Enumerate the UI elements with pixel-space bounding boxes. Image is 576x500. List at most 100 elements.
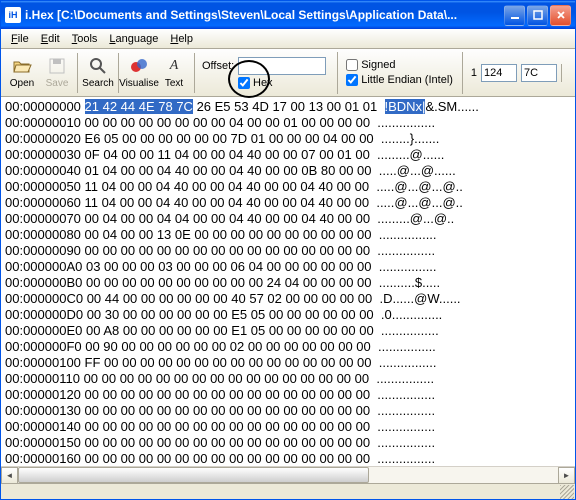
hex-bytes[interactable]: 00 00 00 00 00 00 00 00 00 00 00 00 00 0…	[85, 403, 378, 419]
ascii-cell[interactable]: ................	[379, 259, 437, 275]
value-hex-input[interactable]	[521, 64, 557, 82]
hex-view[interactable]: 00:00000000 21 42 44 4E 78 7C 26 E5 53 4…	[1, 97, 575, 466]
scroll-left-button[interactable]: ◄	[1, 467, 18, 484]
hex-bytes[interactable]: 00 00 00 00 00 00 00 00 00 00 00 00 00 0…	[85, 243, 378, 259]
hex-bytes[interactable]: 00 04 00 00 13 0E 00 00 00 00 00 00 00 0…	[85, 227, 379, 243]
hex-row[interactable]: 00:000000C0 00 44 00 00 00 00 00 00 40 5…	[5, 291, 575, 307]
hex-row[interactable]: 00:00000120 00 00 00 00 00 00 00 00 00 0…	[5, 387, 575, 403]
ascii-cell[interactable]: .D......@W......	[379, 291, 460, 307]
ascii-cell[interactable]: !BDNx|&.SM......	[385, 99, 479, 115]
menu-edit[interactable]: Edit	[35, 31, 66, 47]
hex-row[interactable]: 00:00000030 0F 04 00 00 11 04 00 00 04 4…	[5, 147, 575, 163]
ascii-cell[interactable]: .........@...@..	[377, 211, 454, 227]
ascii-cell[interactable]: ................	[377, 419, 435, 435]
hex-row[interactable]: 00:00000010 00 00 00 00 00 00 00 00 04 0…	[5, 115, 575, 131]
scroll-track[interactable]	[18, 467, 558, 483]
ascii-cell[interactable]: ................	[379, 227, 437, 243]
hex-bytes[interactable]: 00 30 00 00 00 00 00 00 E5 05 00 00 00 0…	[87, 307, 381, 323]
ascii-cell[interactable]: ........}.......	[381, 131, 440, 147]
hex-bytes[interactable]: 00 00 00 00 00 00 00 00 00 00 00 00 00 0…	[85, 451, 378, 466]
hex-row[interactable]: 00:00000150 00 00 00 00 00 00 00 00 00 0…	[5, 435, 575, 451]
visualise-button[interactable]: Visualise	[122, 51, 156, 95]
hex-row[interactable]: 00:00000160 00 00 00 00 00 00 00 00 00 0…	[5, 451, 575, 466]
hex-row[interactable]: 00:00000100 FF 00 00 00 00 00 00 00 00 0…	[5, 355, 575, 371]
hex-bytes[interactable]: 21 42 44 4E 78 7C 26 E5 53 4D 17 00 13 0…	[85, 99, 385, 115]
hex-bytes[interactable]: 00 00 00 00 00 00 00 00 00 00 00 00 00 0…	[85, 435, 378, 451]
ascii-cell[interactable]: .....@...@......	[379, 163, 456, 179]
signed-checkbox-label[interactable]: Signed	[346, 59, 453, 71]
titlebar[interactable]: iH i.Hex [C:\Documents and Settings\Stev…	[1, 1, 575, 29]
ascii-cell[interactable]: ................	[378, 339, 436, 355]
hex-row[interactable]: 00:00000090 00 00 00 00 00 00 00 00 00 0…	[5, 243, 575, 259]
ascii-cell[interactable]: ................	[381, 323, 439, 339]
ascii-cell[interactable]: .0..............	[381, 307, 442, 323]
ascii-cell[interactable]: ................	[377, 115, 435, 131]
menu-help[interactable]: Help	[164, 31, 199, 47]
hex-bytes[interactable]: 0F 04 00 00 11 04 00 00 04 40 00 00 07 0…	[85, 147, 378, 163]
hex-bytes[interactable]: 00 04 00 00 04 04 00 00 04 40 00 00 04 4…	[85, 211, 378, 227]
hex-bytes[interactable]: 01 04 00 00 04 40 00 00 04 40 00 00 0B 8…	[85, 163, 379, 179]
signed-checkbox[interactable]	[346, 59, 358, 71]
hex-row[interactable]: 00:00000060 11 04 00 00 04 40 00 00 04 4…	[5, 195, 575, 211]
hex-row[interactable]: 00:00000070 00 04 00 00 04 04 00 00 04 4…	[5, 211, 575, 227]
ascii-cell[interactable]: ..........$.....	[379, 275, 440, 291]
menu-file[interactable]: File	[5, 31, 35, 47]
maximize-button[interactable]	[527, 5, 548, 26]
search-button[interactable]: Search	[81, 51, 115, 95]
ascii-cell[interactable]: ................	[377, 435, 435, 451]
hex-bytes[interactable]: 00 00 00 00 00 00 00 00 00 00 00 00 00 0…	[85, 387, 378, 403]
hex-bytes[interactable]: 00 00 00 00 00 00 00 00 04 00 00 01 00 0…	[85, 115, 378, 131]
ascii-cell[interactable]: ................	[377, 403, 435, 419]
text-button[interactable]: A Text	[157, 51, 191, 95]
hex-bytes[interactable]: E6 05 00 00 00 00 00 00 7D 01 00 00 00 0…	[85, 131, 381, 147]
hex-row[interactable]: 00:000000E0 00 A8 00 00 00 00 00 00 E1 0…	[5, 323, 575, 339]
hex-bytes[interactable]: 00 90 00 00 00 00 00 00 02 00 00 00 00 0…	[85, 339, 378, 355]
hex-bytes[interactable]: 11 04 00 00 04 40 00 00 04 40 00 00 04 4…	[85, 195, 377, 211]
hex-bytes[interactable]: 03 00 00 00 03 00 00 00 06 04 00 00 00 0…	[86, 259, 379, 275]
hex-row[interactable]: 00:00000110 00 00 00 00 00 00 00 00 00 0…	[5, 371, 575, 387]
hex-bytes[interactable]: 00 44 00 00 00 00 00 00 40 57 02 00 00 0…	[87, 291, 380, 307]
hex-row[interactable]: 00:000000B0 00 00 00 00 00 00 00 00 00 0…	[5, 275, 575, 291]
minimize-button[interactable]	[504, 5, 525, 26]
ascii-cell[interactable]: ................	[377, 387, 435, 403]
hex-row[interactable]: 00:00000130 00 00 00 00 00 00 00 00 00 0…	[5, 403, 575, 419]
ascii-cell[interactable]: ................	[377, 243, 435, 259]
ascii-cell[interactable]: ................	[379, 355, 437, 371]
open-button[interactable]: Open	[5, 51, 39, 95]
ascii-cell[interactable]: .........@......	[377, 147, 444, 163]
hex-row[interactable]: 00:000000A0 03 00 00 00 03 00 00 00 06 0…	[5, 259, 575, 275]
hex-row[interactable]: 00:00000020 E6 05 00 00 00 00 00 00 7D 0…	[5, 131, 575, 147]
hex-bytes[interactable]: 11 04 00 00 04 40 00 00 04 40 00 00 04 4…	[85, 179, 377, 195]
close-button[interactable]	[550, 5, 571, 26]
scroll-thumb[interactable]	[18, 467, 369, 483]
hex-checkbox[interactable]	[238, 77, 250, 89]
hex-row[interactable]: 00:00000000 21 42 44 4E 78 7C 26 E5 53 4…	[5, 99, 575, 115]
hex-row[interactable]: 00:00000140 00 00 00 00 00 00 00 00 00 0…	[5, 419, 575, 435]
menu-tools[interactable]: Tools	[66, 31, 104, 47]
hex-bytes[interactable]: 00 A8 00 00 00 00 00 00 E1 05 00 00 00 0…	[86, 323, 381, 339]
offset-input[interactable]	[238, 57, 326, 75]
ascii-cell[interactable]: .....@...@...@..	[376, 195, 463, 211]
hex-row[interactable]: 00:000000F0 00 90 00 00 00 00 00 00 02 0…	[5, 339, 575, 355]
hex-bytes[interactable]: 00 00 00 00 00 00 00 00 00 00 24 04 00 0…	[86, 275, 379, 291]
hex-row[interactable]: 00:00000040 01 04 00 00 04 40 00 00 04 4…	[5, 163, 575, 179]
scroll-right-button[interactable]: ►	[558, 467, 575, 484]
hex-row[interactable]: 00:00000050 11 04 00 00 04 40 00 00 04 4…	[5, 179, 575, 195]
hex-bytes[interactable]: 00 00 00 00 00 00 00 00 00 00 00 00 00 0…	[85, 419, 378, 435]
menu-language[interactable]: Language	[103, 31, 164, 47]
endian-checkbox[interactable]	[346, 74, 358, 86]
ascii-cell[interactable]: ................	[376, 371, 434, 387]
horizontal-scrollbar[interactable]: ◄ ►	[1, 466, 575, 483]
ascii-cell[interactable]: ................	[377, 451, 435, 466]
hex-row[interactable]: 00:00000080 00 04 00 00 13 0E 00 00 00 0…	[5, 227, 575, 243]
hex-bytes[interactable]: FF 00 00 00 00 00 00 00 00 00 00 00 00 0…	[85, 355, 379, 371]
hex-checkbox-label[interactable]: Hex	[238, 77, 326, 89]
hex-row[interactable]: 00:000000D0 00 30 00 00 00 00 00 00 E5 0…	[5, 307, 575, 323]
resize-grip-icon[interactable]	[560, 485, 574, 499]
visualise-icon	[129, 56, 149, 76]
hex-bytes[interactable]: 00 00 00 00 00 00 00 00 00 00 00 00 00 0…	[84, 371, 377, 387]
save-button[interactable]: Save	[40, 51, 74, 95]
ascii-cell[interactable]: .....@...@...@..	[376, 179, 463, 195]
value-dec-input[interactable]	[481, 64, 517, 82]
endian-checkbox-label[interactable]: Little Endian (Intel)	[346, 74, 453, 86]
